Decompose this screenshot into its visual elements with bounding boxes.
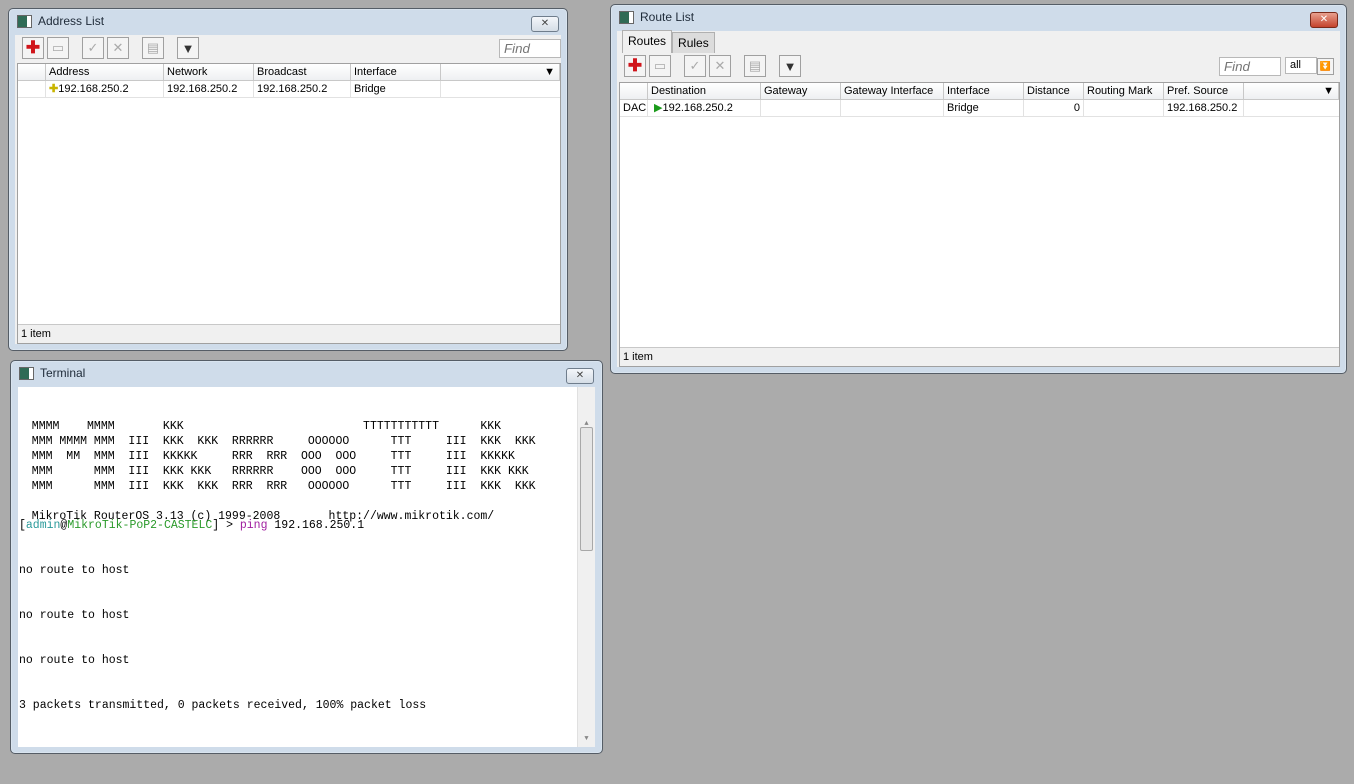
banner-line: MMM MM MMM III KKKKK RRR RRR OOO OOO TTT… [18, 450, 515, 463]
minus-icon: ▭ [653, 58, 667, 73]
add-button[interactable]: ✚ [22, 37, 44, 59]
window-title: Terminal [40, 366, 86, 380]
comment-icon: ▤ [146, 40, 160, 55]
scrollbar-thumb[interactable] [580, 427, 593, 551]
window-icon [619, 10, 634, 24]
close-button[interactable]: ✕ [566, 368, 594, 384]
status-bar: 1 item [620, 347, 1339, 366]
add-button[interactable]: ✚ [624, 55, 646, 77]
find-input[interactable] [1219, 57, 1281, 76]
disable-button[interactable]: ✕ [107, 37, 129, 59]
terminal-output[interactable]: MMMM MMMM KKK TTTTTTTTTTT KKK MMM MMMM M… [18, 387, 595, 747]
route-list-window: Route List ✕ Routes Rules ✚ ▭ ✓ ✕ ▤ ▼ al… [610, 4, 1347, 374]
output-line: no route to host [19, 609, 130, 622]
output-line: 3 packets transmitted, 0 packets receive… [19, 699, 427, 712]
x-icon: ✕ [714, 58, 726, 73]
banner-line: MMM MMMM MMM III KKK KKK RRRRRR OOOOOO T… [18, 435, 536, 448]
enable-button[interactable]: ✓ [684, 55, 706, 77]
address-list-titlebar[interactable]: Address List [9, 9, 567, 33]
route-flags: DAC [620, 100, 648, 116]
column-gateway[interactable]: Gateway [761, 83, 841, 99]
plus-icon: ✚ [25, 38, 41, 57]
address-icon: ✚ [49, 83, 59, 95]
column-menu-dropdown[interactable]: ▼ [441, 64, 560, 80]
find-input[interactable] [499, 39, 561, 58]
check-icon: ✓ [689, 58, 701, 73]
status-bar: 1 item [18, 324, 560, 343]
column-distance[interactable]: Distance [1024, 83, 1084, 99]
column-network[interactable]: Network [164, 64, 254, 80]
filter-dropdown-button[interactable]: ⏬ [1317, 58, 1334, 75]
table-row[interactable]: DAC ▶192.168.250.2 Bridge 0 192.168.250.… [620, 100, 1339, 117]
scroll-down-icon[interactable]: ▼ [578, 732, 595, 747]
tab-routes[interactable]: Routes [622, 30, 673, 53]
remove-button[interactable]: ▭ [649, 55, 671, 77]
output-line: no route to host [19, 654, 130, 667]
minus-icon: ▭ [51, 40, 65, 55]
table-row[interactable]: ✚192.168.250.2 192.168.250.2 192.168.250… [18, 81, 560, 98]
close-button[interactable]: ✕ [531, 16, 559, 32]
plus-icon: ✚ [627, 56, 643, 75]
remove-button[interactable]: ▭ [47, 37, 69, 59]
filter-button[interactable]: ▼ [177, 37, 199, 59]
route-list-titlebar[interactable]: Route List [611, 5, 1346, 29]
column-routing-mark[interactable]: Routing Mark [1084, 83, 1164, 99]
column-destination[interactable]: Destination [648, 83, 761, 99]
table-header: Address Network Broadcast Interface ▼ [18, 64, 560, 81]
disable-button[interactable]: ✕ [709, 55, 731, 77]
filter-button[interactable]: ▼ [779, 55, 801, 77]
banner-line: MMM MMM III KKK KKK RRRRRR OOO OOO TTT I… [18, 465, 529, 478]
terminal-session: [admin@MikroTik-PoP2-CASTELC] > ping 192… [19, 488, 426, 743]
column-broadcast[interactable]: Broadcast [254, 64, 351, 80]
filter-icon: ▼ [181, 40, 195, 56]
comment-button[interactable]: ▤ [744, 55, 766, 77]
scrollbar[interactable]: ▲ ▼ [577, 387, 595, 747]
column-interface[interactable]: Interface [351, 64, 441, 80]
enable-button[interactable]: ✓ [82, 37, 104, 59]
window-icon [17, 14, 32, 28]
column-menu-dropdown[interactable]: ▼ [1244, 83, 1339, 99]
column-address[interactable]: Address [46, 64, 164, 80]
banner-line: MMMM MMMM KKK TTTTTTTTTTT KKK [18, 420, 502, 433]
terminal-titlebar[interactable]: Terminal [11, 361, 602, 385]
window-title: Address List [38, 14, 105, 28]
output-line: no route to host [19, 564, 130, 577]
column-gateway-interface[interactable]: Gateway Interface [841, 83, 944, 99]
table-header: Destination Gateway Gateway Interface In… [620, 83, 1339, 100]
window-icon [19, 366, 34, 380]
x-icon: ✕ [112, 40, 124, 55]
check-icon: ✓ [87, 40, 99, 55]
window-title: Route List [640, 10, 695, 24]
filter-icon: ▼ [783, 58, 797, 74]
comment-button[interactable]: ▤ [142, 37, 164, 59]
close-button[interactable]: ✕ [1310, 12, 1338, 28]
terminal-window: Terminal ✕ MMMM MMMM KKK TTTTTTTTTTT KKK… [10, 360, 603, 754]
address-list-window: Address List ✕ ✚ ▭ ✓ ✕ ▤ ▼ Address Netwo… [8, 8, 568, 351]
terminal-prompt: [admin@MikroTik-PoP2-CASTELC] > ping 192… [19, 519, 365, 532]
comment-icon: ▤ [748, 58, 762, 73]
filter-select[interactable]: all [1285, 57, 1317, 74]
column-pref-source[interactable]: Pref. Source [1164, 83, 1244, 99]
column-interface[interactable]: Interface [944, 83, 1024, 99]
tab-rules[interactable]: Rules [672, 32, 715, 53]
